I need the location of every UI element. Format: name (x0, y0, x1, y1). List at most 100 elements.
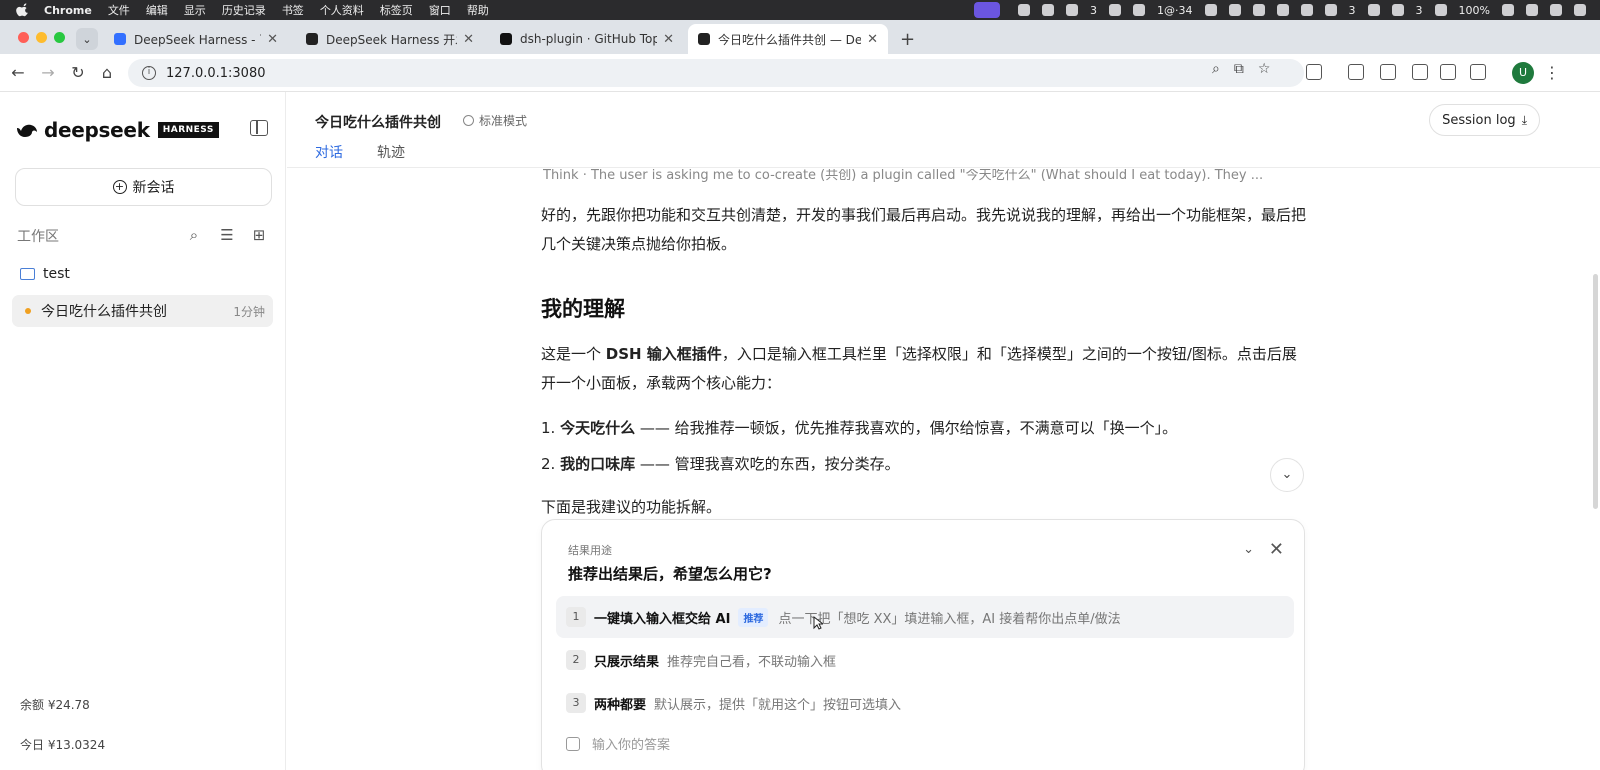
chat-bubble-icon[interactable] (1324, 4, 1337, 16)
reload-icon[interactable]: ↻ (68, 63, 88, 82)
browser-tab-active[interactable]: 今日吃什么插件共创 — DeepSe ✕ (688, 24, 888, 54)
menu-item-app[interactable]: Chrome (44, 4, 92, 17)
tab-favicon-icon (306, 33, 318, 45)
forward-icon[interactable]: → (38, 63, 58, 82)
browser-tab[interactable]: DeepSeek Harness 开发者预览 ✕ (296, 24, 484, 54)
tab-favicon-icon (698, 33, 710, 45)
extensions-icon[interactable] (1306, 64, 1322, 80)
openai-icon[interactable] (1300, 4, 1313, 16)
paragraph-bold: DSH 输入框插件 (605, 345, 722, 363)
menu-item-tab[interactable]: 标签页 (380, 2, 413, 18)
collapse-icon[interactable]: ⌄ (1243, 542, 1254, 557)
scrollbar-thumb[interactable] (1593, 274, 1598, 509)
apple-icon[interactable] (16, 3, 30, 17)
tab-title: 今日吃什么插件共创 — DeepSe (718, 32, 862, 47)
session-log-button[interactable]: Session log ⤓ (1429, 104, 1540, 136)
session-item[interactable]: 今日吃什么插件共创 1分钟 (12, 295, 273, 327)
new-folder-icon[interactable]: ⊞ (250, 226, 268, 244)
assistant-outro: 下面是我建议的功能拆解。 (541, 498, 722, 516)
sidebar: deepseek HARNESS + 新会话 工作区 ⌕ ☰ ⊞ test 今日… (0, 92, 286, 770)
p-app-icon[interactable] (1367, 4, 1380, 16)
sidebar-toggle-icon[interactable] (250, 120, 268, 136)
option-description: 推荐完自己看，不联动输入框 (667, 654, 837, 670)
option-label: 两种都要 (594, 697, 647, 713)
option-label: 一键填入输入框交给 AI (594, 611, 731, 627)
paragraph-text: 这是一个 (541, 345, 606, 363)
mode-indicator[interactable]: 标准模式 (463, 112, 527, 129)
answer-option-1[interactable]: 1 一键填入输入框交给 AI 推荐 点一下把「想吃 XX」填进输入框，AI 接着… (556, 596, 1294, 638)
new-tab-icon[interactable]: + (900, 29, 915, 50)
tab-close-icon[interactable]: ✕ (463, 32, 474, 47)
menu-item-bookmarks[interactable]: 书签 (282, 2, 304, 18)
download-icon: ⤓ (1521, 112, 1527, 127)
menu-item-help[interactable]: 帮助 (467, 2, 489, 18)
wifi-icon[interactable] (1526, 4, 1538, 16)
close-window-icon[interactable] (18, 32, 29, 43)
option-description: 点一下把「想吃 XX」填进输入框，AI 接着帮你出点单/做法 (778, 611, 1121, 627)
think-summary[interactable]: Think · The user is asking me to co-crea… (543, 169, 1313, 183)
search-icon[interactable] (1550, 4, 1562, 16)
browser-tab[interactable]: DeepSeek Harness - 飞书云文 ✕ (104, 24, 288, 54)
menu-item-edit[interactable]: 编辑 (146, 2, 168, 18)
custom-answer-input[interactable]: 输入你的答案 (566, 734, 670, 753)
tab-close-icon[interactable]: ✕ (663, 32, 674, 47)
emoji-icon[interactable] (1018, 4, 1031, 16)
window-controls (18, 32, 65, 43)
screen-record-icon[interactable] (974, 2, 1001, 18)
bookmark-star-icon[interactable]: ☆ (1258, 61, 1271, 77)
menu-item-profiles[interactable]: 个人资料 (320, 2, 364, 18)
option-description: 默认展示，提供「就用这个」按钮可选填入 (654, 697, 902, 713)
answer-option-3[interactable]: 3 两种都要 默认展示，提供「就用这个」按钮可选填入 (556, 682, 1294, 724)
cat-icon[interactable] (1133, 4, 1146, 16)
back-icon[interactable]: ← (8, 63, 28, 82)
folder-item[interactable]: test (20, 266, 70, 282)
extension-box-icon[interactable] (1440, 64, 1456, 80)
profile-avatar[interactable]: U (1512, 62, 1534, 84)
code-icon[interactable] (1348, 64, 1364, 80)
battery-icon[interactable] (1276, 4, 1289, 16)
menu-item-view[interactable]: 显示 (184, 2, 206, 18)
tab-close-icon[interactable]: ✕ (267, 32, 278, 47)
tab-trace[interactable]: 轨迹 (377, 142, 405, 170)
scrollbar[interactable] (1592, 169, 1600, 770)
more-menu-icon[interactable]: ⋮ (1542, 63, 1562, 82)
word-icon[interactable] (1109, 4, 1122, 16)
zoom-icon[interactable]: ⌕ (1212, 61, 1220, 77)
filter-icon[interactable]: ☰ (218, 226, 236, 244)
flag-icon[interactable] (1204, 4, 1217, 16)
sidepanel-icon[interactable] (1380, 64, 1396, 80)
site-info-icon[interactable]: i (142, 66, 156, 80)
grid-icon[interactable] (1066, 4, 1079, 16)
menu-item-file[interactable]: 文件 (108, 2, 130, 18)
search-icon[interactable]: ⌕ (185, 226, 203, 244)
new-chat-button[interactable]: + 新会话 (15, 168, 272, 206)
tab-close-icon[interactable]: ✕ (867, 32, 878, 47)
microphone-icon[interactable] (1042, 4, 1055, 16)
close-icon[interactable]: ✕ (1269, 539, 1284, 560)
zoom-window-icon[interactable] (54, 32, 65, 43)
x-app-icon[interactable] (1252, 4, 1265, 16)
url-field[interactable]: i 127.0.0.1:3080 (128, 59, 1304, 87)
scroll-to-bottom-button[interactable]: ⌄ (1270, 458, 1304, 492)
answer-option-2[interactable]: 2 只展示结果 推荐完自己看，不联动输入框 (556, 639, 1294, 681)
reading-icon[interactable] (1470, 64, 1486, 80)
translate-icon[interactable] (1412, 64, 1428, 80)
tab-bar: ⌄ DeepSeek Harness - 飞书云文 ✕ DeepSeek Har… (0, 20, 1600, 54)
menu-item-history[interactable]: 历史记录 (222, 2, 266, 18)
browser-tab[interactable]: dsh-plugin · GitHub Topics ✕ (490, 24, 684, 54)
minimize-window-icon[interactable] (36, 32, 47, 43)
wechat-icon[interactable] (1391, 4, 1404, 16)
tv-icon[interactable] (1228, 4, 1241, 16)
control-center-icon[interactable] (1574, 4, 1586, 16)
tab-conversation[interactable]: 对话 (315, 142, 343, 172)
tab-search-button[interactable]: ⌄ (76, 28, 98, 50)
battery-level-icon[interactable] (1502, 4, 1514, 16)
install-app-icon[interactable]: ⧉ (1234, 61, 1244, 77)
menu-item-window[interactable]: 窗口 (429, 2, 451, 18)
play-icon[interactable] (1434, 4, 1447, 16)
home-icon[interactable]: ⌂ (97, 63, 117, 82)
workspace-label: 工作区 (17, 229, 59, 245)
plus-circle-icon: + (112, 180, 127, 194)
status-count-c: 3 (1415, 3, 1423, 17)
tab-title: DeepSeek Harness - 飞书云文 (134, 32, 261, 47)
